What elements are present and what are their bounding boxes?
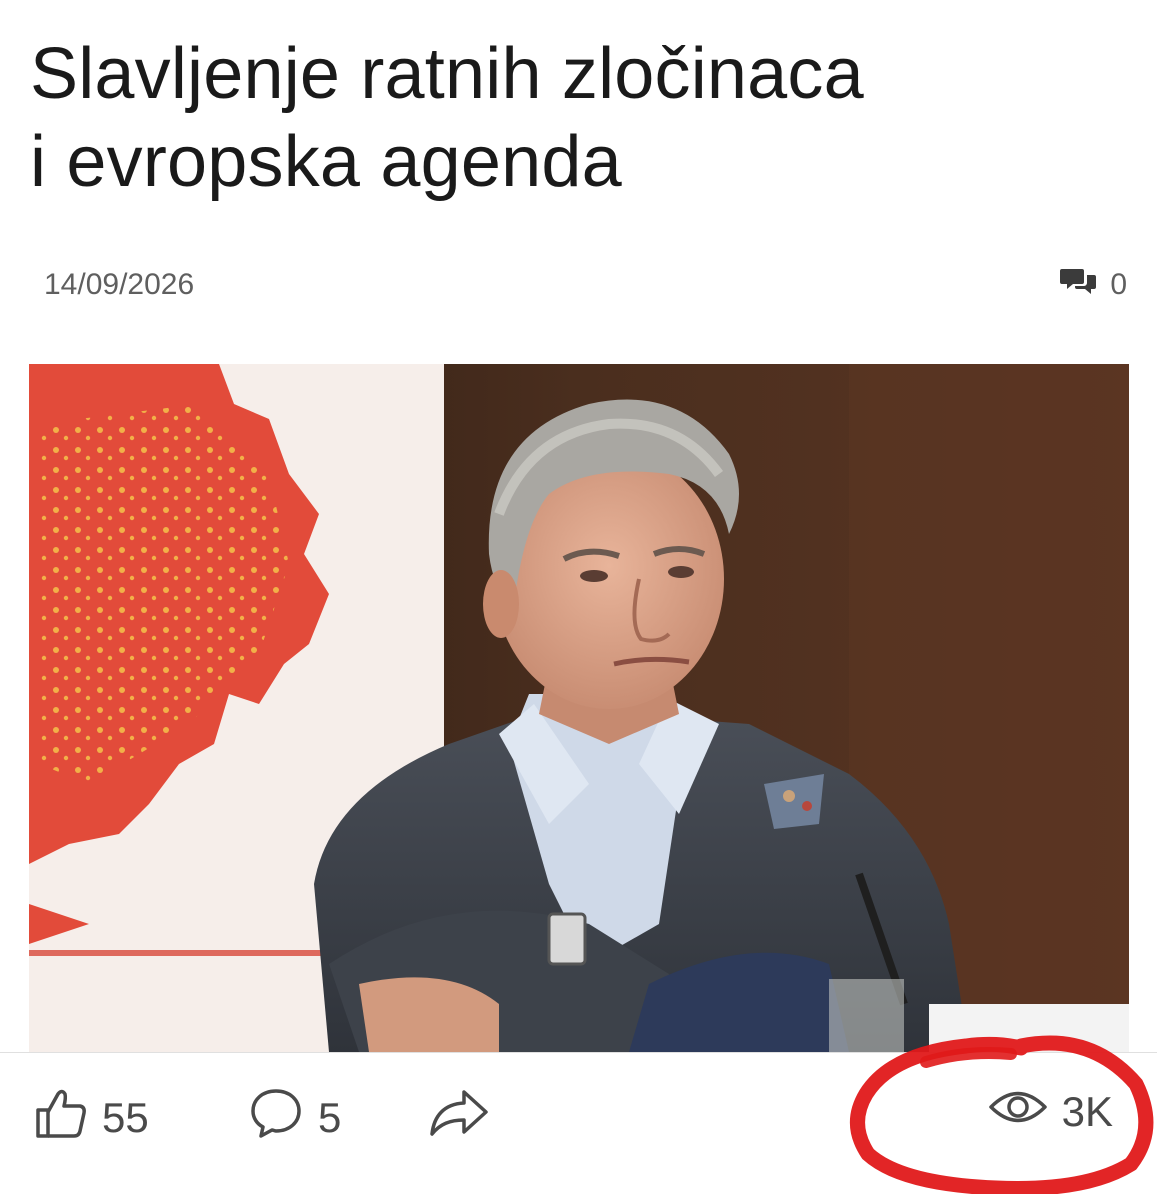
view-count-value: 3K — [1061, 1088, 1113, 1135]
action-bar: 55 5 3K — [0, 1070, 1157, 1170]
article-title: Slavljenje ratnih zločinaca i evropska a… — [30, 30, 1140, 206]
thumbs-up-icon — [34, 1086, 88, 1150]
comment-button[interactable]: 5 — [248, 1086, 341, 1150]
share-arrow-icon — [428, 1086, 490, 1150]
speech-bubble-icon — [248, 1086, 304, 1150]
comment-count: 0 — [1110, 268, 1127, 301]
article-title-line-2: i evropska agenda — [30, 122, 622, 202]
like-count: 55 — [102, 1094, 149, 1141]
view-count: 3K — [988, 1086, 1113, 1138]
eye-icon — [988, 1086, 1048, 1138]
article-photo[interactable] — [29, 364, 1129, 1052]
divider — [0, 1052, 1157, 1053]
comment-count-link[interactable]: 0 — [1060, 266, 1127, 304]
comment-count-action: 5 — [318, 1094, 342, 1141]
publish-date: 14/09/2026 — [44, 268, 195, 301]
share-button[interactable] — [428, 1086, 490, 1150]
like-button[interactable]: 55 — [34, 1086, 149, 1150]
chat-bubbles-icon — [1060, 266, 1098, 304]
article-title-line-1: Slavljenje ratnih zločinaca — [30, 34, 864, 114]
